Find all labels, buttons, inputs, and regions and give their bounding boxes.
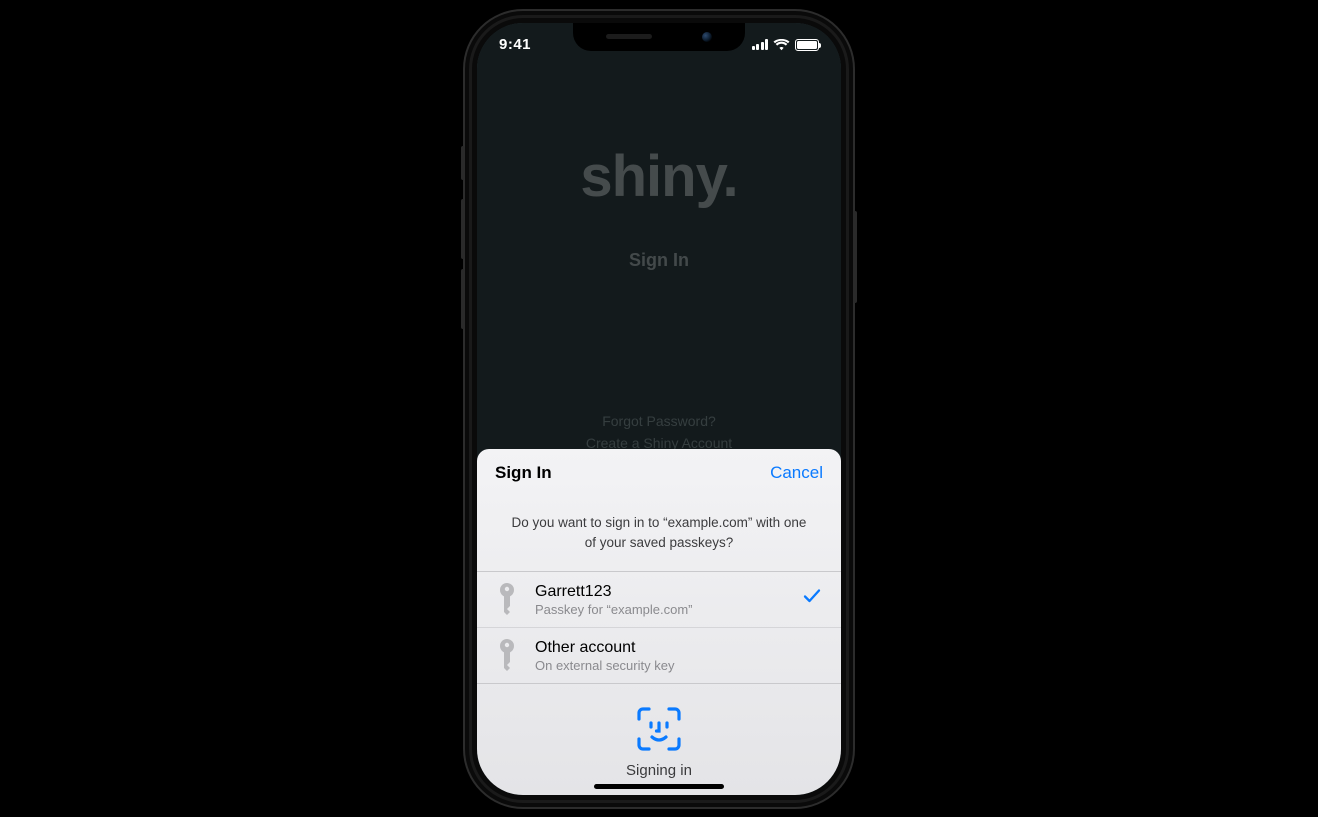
power-button: [853, 211, 857, 303]
sheet-title: Sign In: [495, 463, 552, 483]
account-subtitle: Passkey for “example.com”: [535, 602, 789, 617]
status-time: 9:41: [499, 32, 531, 53]
key-icon: [493, 638, 521, 672]
checkmark-icon: [803, 587, 825, 611]
phone-screen: 9:41 shiny. Sign In Forgot Passw: [477, 23, 841, 795]
passkey-sheet: Sign In Cancel Do you want to sign in to…: [477, 449, 841, 794]
sheet-prompt-text: Do you want to sign in to “example.com” …: [477, 491, 841, 570]
faceid-status-label: Signing in: [626, 762, 692, 779]
volume-up-button: [461, 199, 465, 259]
passkey-account-row[interactable]: Other account On external security key: [477, 627, 841, 683]
passkey-account-list: Garrett123 Passkey for “example.com”: [477, 571, 841, 684]
home-indicator[interactable]: [594, 784, 724, 789]
mute-switch: [461, 146, 465, 180]
speaker-grille: [606, 34, 652, 39]
cellular-signal-icon: [752, 39, 769, 50]
cancel-button[interactable]: Cancel: [770, 463, 823, 483]
battery-icon: [795, 39, 819, 51]
account-name: Other account: [535, 638, 825, 658]
passkey-account-row[interactable]: Garrett123 Passkey for “example.com”: [477, 572, 841, 627]
wifi-icon: [773, 39, 790, 51]
device-notch: [573, 23, 745, 51]
key-icon: [493, 582, 521, 616]
account-subtitle: On external security key: [535, 658, 825, 673]
faceid-icon: [636, 706, 682, 752]
faceid-action[interactable]: Signing in: [477, 684, 841, 779]
volume-down-button: [461, 269, 465, 329]
front-camera: [702, 32, 712, 42]
account-name: Garrett123: [535, 582, 789, 602]
phone-frame: 9:41 shiny. Sign In Forgot Passw: [465, 11, 853, 807]
